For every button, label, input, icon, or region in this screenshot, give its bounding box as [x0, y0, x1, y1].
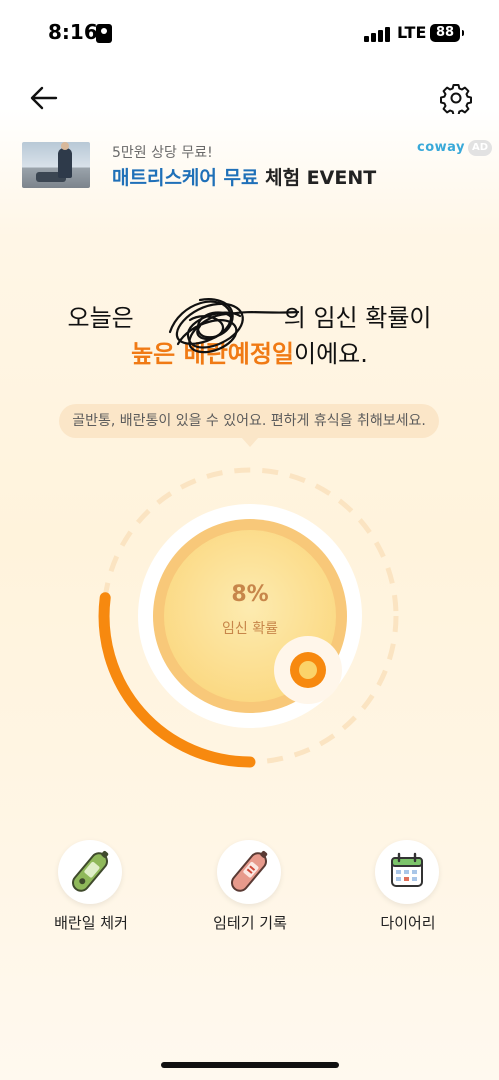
ad-banner[interactable]: 5만원 상당 무료! 매트리스케어 무료 체험 EVENT coway AD — [22, 138, 494, 192]
ovulation-checker-label: 배란일 체커 — [54, 914, 128, 932]
pregnancy-test-button[interactable]: 임테기 기록 — [185, 838, 315, 938]
status-time: 8:16 — [48, 20, 98, 44]
tip-bubble: 골반통, 배란통이 있을 수 있어요. 편하게 휴식을 취해보세요. — [59, 404, 439, 447]
ovulation-checker-button[interactable]: 배란일 체커 — [26, 838, 156, 938]
redaction-scribble — [168, 298, 300, 354]
status-bar: 8:16 LTE 88 — [0, 0, 499, 68]
ad-title: 매트리스케어 무료 체험 EVENT — [112, 163, 376, 190]
probability-label: 임신 확률 — [222, 621, 278, 637]
ad-title-rest: 체험 EVENT — [258, 167, 377, 189]
headline-line2-end: 이에요. — [294, 340, 368, 368]
battery-icon: 88 — [430, 24, 464, 42]
brand-logo: coway — [417, 140, 465, 155]
calendar-icon — [391, 852, 423, 887]
headline-line1-end: 의 임신 확률이 — [283, 304, 432, 332]
quick-actions: 배란일 체커 임테기 기록 다이어리 — [0, 838, 499, 948]
ad-subtitle: 5만원 상당 무료! — [112, 145, 213, 161]
pregnancy-probability-gauge: 8% 임신 확률 — [92, 458, 408, 774]
diary-label: 다이어리 — [380, 914, 436, 932]
ad-thumbnail — [22, 142, 90, 188]
pregnancy-test-label: 임테기 기록 — [213, 914, 287, 932]
ad-badge: AD — [468, 140, 492, 156]
signal-icon — [364, 26, 392, 42]
pregnancy-test-icon — [231, 850, 268, 892]
gauge-graphic — [98, 467, 399, 768]
diary-button[interactable]: 다이어리 — [343, 838, 473, 938]
back-button[interactable] — [28, 82, 60, 114]
probability-value: 8% — [231, 582, 269, 607]
gear-icon — [440, 84, 472, 116]
nav-bar — [0, 76, 499, 120]
ovulation-thermometer-icon — [72, 850, 109, 892]
headline-line1-start: 오늘은 — [67, 304, 134, 332]
ad-title-highlight: 매트리스케어 무료 — [112, 167, 259, 189]
network-type: LTE — [397, 23, 427, 42]
person-badge-icon — [96, 24, 112, 43]
settings-button[interactable] — [440, 82, 472, 116]
home-indicator[interactable] — [161, 1062, 339, 1068]
arrow-left-icon — [30, 86, 58, 110]
